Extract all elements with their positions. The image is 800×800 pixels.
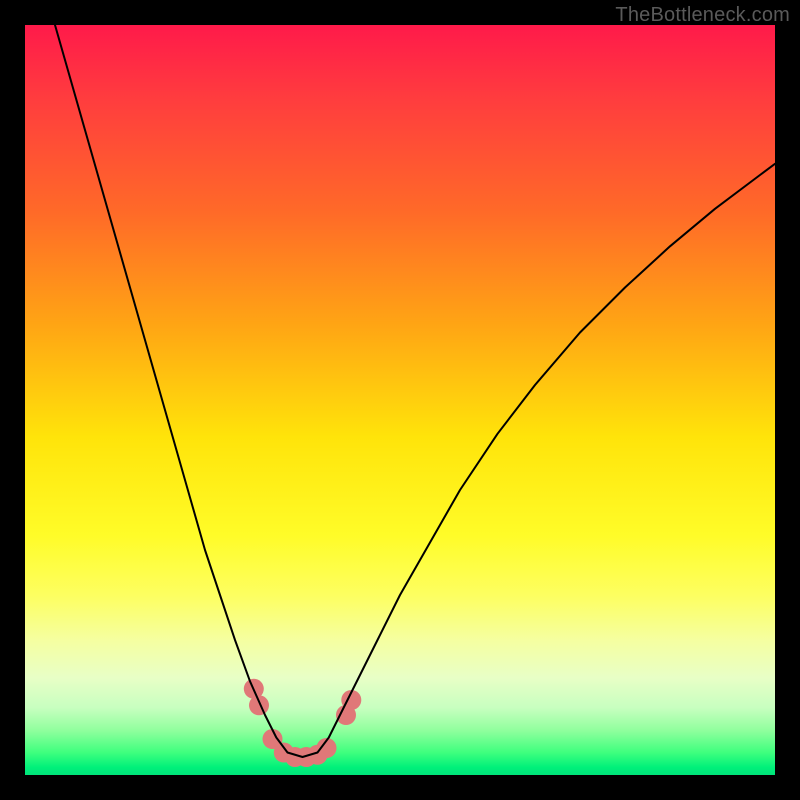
watermark-text: TheBottleneck.com xyxy=(615,4,790,27)
bottleneck-curve xyxy=(55,25,775,757)
curve-marker xyxy=(249,695,269,715)
bottleneck-plot xyxy=(25,25,775,775)
marker-group xyxy=(244,679,361,767)
